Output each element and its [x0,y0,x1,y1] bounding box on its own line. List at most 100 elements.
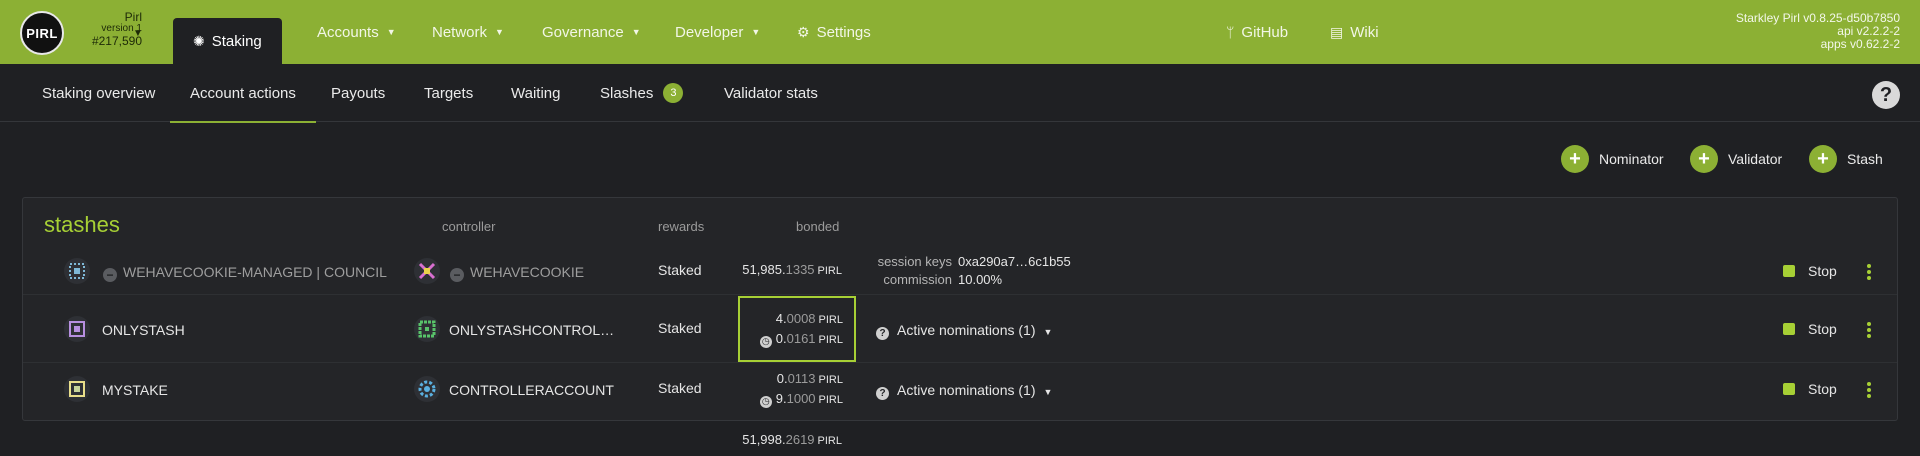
more-options-icon[interactable] [1867,382,1871,400]
stash-name-text: WEHAVECOOKIE-MANAGED | COUNCIL [123,264,387,280]
bonded-dec: 0008 [786,311,816,326]
controller-identicon[interactable] [414,258,440,284]
stop-icon[interactable] [1783,383,1795,395]
unit: PIRL [818,394,843,406]
block-number: #217,590 [91,34,142,48]
stop-button[interactable]: Stop [1808,263,1837,279]
controller-name[interactable]: − WEHAVECOOKIE [450,264,584,282]
session-keys-label: session keys [877,254,952,269]
bonded-amount: 4.0008 PIRL [776,311,843,326]
identicon-icon [418,320,436,338]
tab-validator-stats[interactable]: Validator stats [724,64,818,122]
controller-name-text: WEHAVECOOKIE [470,264,585,280]
row-divider [23,294,1897,295]
unlocking-amount[interactable]: ◷ 9.1000 PIRL [759,391,843,408]
total-bonded: 51,998.2619 PIRL [742,432,842,447]
bonded-dec: 1335 [785,262,815,277]
column-header-controller: controller [442,219,496,234]
tab-waiting[interactable]: Waiting [511,64,560,122]
unlock-dec: 1000 [786,391,816,406]
stash-name[interactable]: ONLYSTASH [102,322,185,338]
chain-name: Pirl [124,10,142,24]
stash-name[interactable]: MYSTAKE [102,382,168,398]
help-icon[interactable]: ? [1872,81,1900,109]
more-options-icon[interactable] [1867,264,1871,282]
clock-icon: ◷ [759,335,772,348]
bonded-amount: 0.0113 PIRL [777,371,843,386]
controller-identicon[interactable] [414,376,440,402]
tab-label: Waiting [511,84,561,102]
chain-logo[interactable]: PIRL [20,11,64,55]
book-icon: ▤ [1330,23,1344,40]
bonded-int: 51,985. [742,262,786,277]
unlocking-amount[interactable]: ◷ 0.0161 PIRL [759,331,843,348]
chain-selector[interactable]: Pirl version 1 #217,590 [70,11,142,47]
nav-staking-label: Staking [211,32,262,50]
stop-icon[interactable] [1783,265,1795,277]
nav-developer[interactable]: Developer ▼ [675,0,760,64]
nav-network-label: Network [432,23,488,41]
total-dec: 2619 [785,432,815,447]
nav-wiki[interactable]: ▤ Wiki [1330,0,1379,64]
total-int: 51,998. [742,432,786,447]
tab-targets[interactable]: Targets [424,64,473,122]
nav-github[interactable]: ᛘ GitHub [1226,0,1288,64]
tab-payouts[interactable]: Payouts [331,64,385,122]
minus-icon: − [450,268,464,282]
chevron-down-icon: ▼ [751,27,761,37]
unit: PIRL [817,435,842,447]
nav-developer-label: Developer [675,23,744,41]
session-keys-value: 0xa290a7…6c1b55 [958,254,1071,269]
nav-settings[interactable]: ⚙ Settings [797,0,871,64]
controller-name[interactable]: ONLYSTASHCONTROL… [449,322,614,338]
chevron-down-icon: ▼ [1043,387,1053,397]
nav-network[interactable]: Network ▼ [432,0,504,64]
column-header-rewards: rewards [658,219,705,234]
bonded-amount: 51,985.1335 PIRL [742,262,842,277]
question-icon: ? [876,327,889,340]
add-stash-button[interactable]: + Stash [1809,145,1883,173]
controller-name[interactable]: CONTROLLERACCOUNT [449,382,614,398]
bonded-highlight [738,296,856,362]
top-nav-bar: PIRL Pirl version 1 #217,590 ▼ ✺ Staking… [0,0,1920,64]
nav-staking[interactable]: ✺ Staking [173,18,282,64]
version-info: Starkley Pirl v0.8.25-d50b7850 api v2.2.… [1736,12,1900,51]
tab-label: Slashes [600,84,654,102]
unit: PIRL [818,314,843,326]
chevron-down-icon: ▼ [1043,327,1053,337]
plus-icon: + [1809,145,1837,173]
plus-icon: + [1690,145,1718,173]
nav-accounts[interactable]: Accounts ▼ [317,0,396,64]
controller-identicon[interactable] [414,316,440,342]
stash-name[interactable]: − WEHAVECOOKIE-MANAGED | COUNCIL [103,264,387,282]
more-options-icon[interactable] [1867,322,1871,340]
commission-value: 10.00% [958,272,1003,287]
active-nominations-dropdown[interactable]: ? Active nominations (1) ▼ [876,322,1052,340]
nav-governance[interactable]: Governance ▼ [542,0,641,64]
slashes-count-badge: 3 [663,83,684,103]
nav-wiki-label: Wiki [1350,23,1379,41]
tab-label: Validator stats [724,84,818,102]
column-header-bonded: bonded [796,219,840,234]
rewards-status: Staked [658,380,702,396]
unlock-int: 9. [775,391,787,406]
chevron-down-icon[interactable]: ▼ [133,28,143,39]
stop-icon[interactable] [1783,323,1795,335]
plus-icon: + [1561,145,1589,173]
tab-staking-overview[interactable]: Staking overview [42,64,155,122]
bonded-int: 4. [775,311,787,326]
stop-button[interactable]: Stop [1808,381,1837,397]
stash-identicon[interactable] [64,376,90,402]
stash-identicon[interactable] [64,258,90,284]
identicon-icon [69,381,85,397]
stop-button[interactable]: Stop [1808,321,1837,337]
tab-slashes[interactable]: Slashes 3 [600,64,684,122]
stash-identicon[interactable] [64,316,90,342]
add-validator-button[interactable]: + Validator [1690,145,1782,173]
add-stash-label: Stash [1847,151,1883,167]
active-nominations-dropdown[interactable]: ? Active nominations (1) ▼ [876,382,1052,400]
add-nominator-button[interactable]: + Nominator [1561,145,1664,173]
bonded-int: 0. [776,371,788,386]
tab-account-actions[interactable]: Account actions [170,64,316,123]
chevron-down-icon: ▼ [631,27,641,37]
